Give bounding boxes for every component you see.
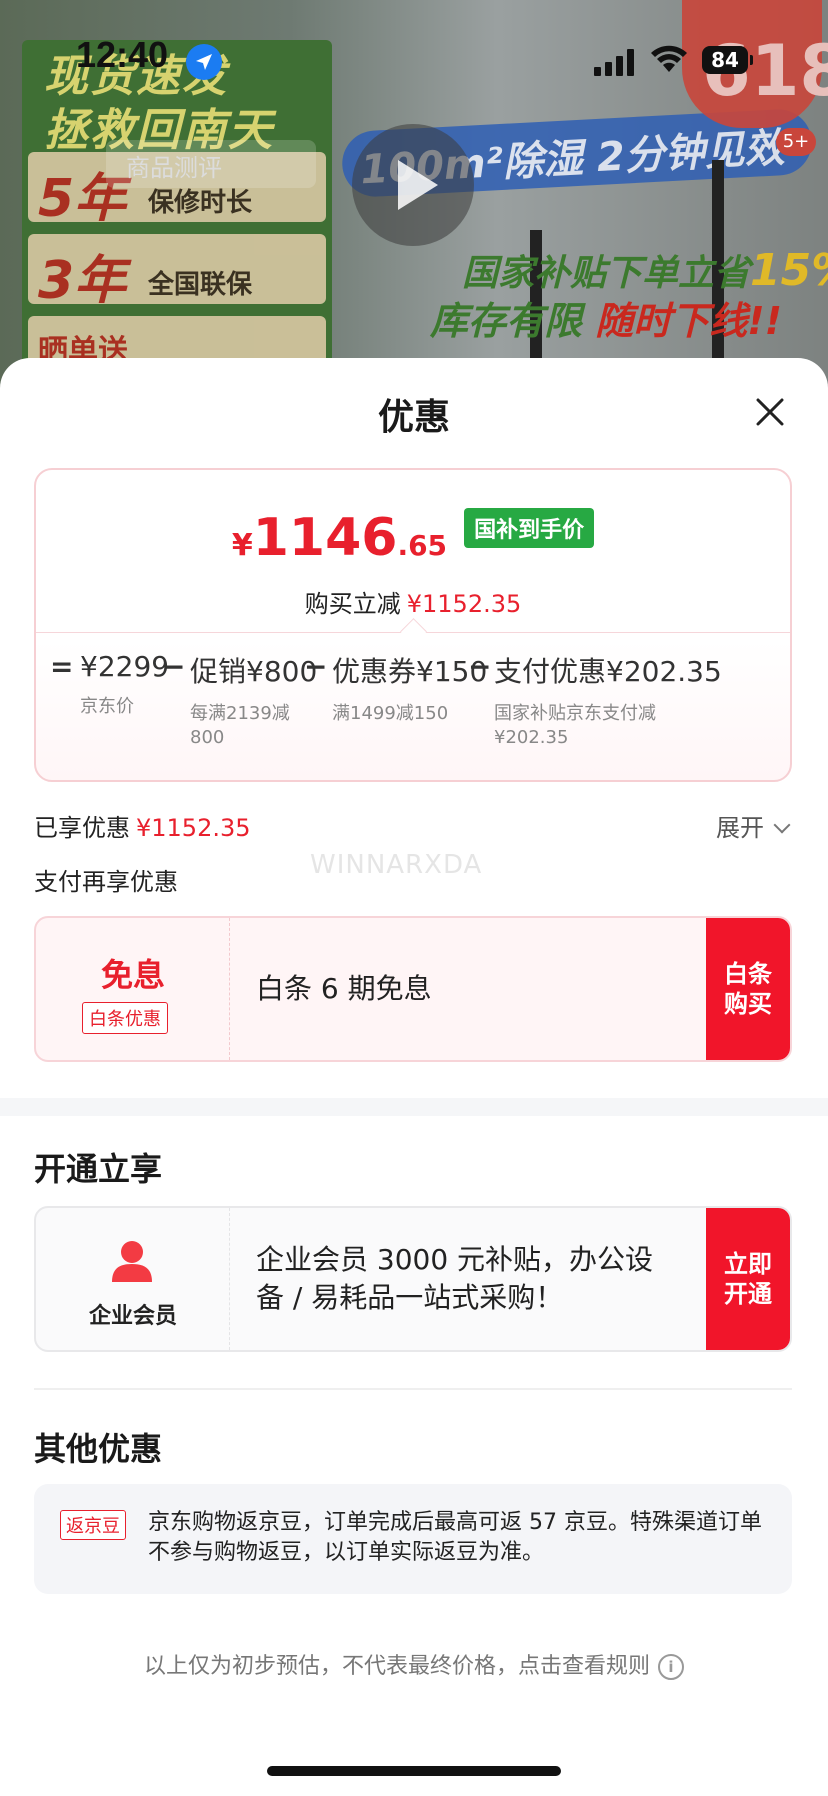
product-review-tag[interactable]: 商品测评 bbox=[106, 140, 316, 188]
formula-caption: 国家补贴京东支付减¥202.35 bbox=[494, 703, 656, 748]
price-breakdown: ¥1146.65 国补到手价 购买立减 ¥1152.35 = ¥2299 京东价 … bbox=[34, 468, 792, 782]
rules-note: 以上仅为初步预估，不代表最终价格，点击查看规则 bbox=[143, 1654, 650, 1679]
info-icon: i bbox=[658, 1654, 684, 1680]
close-icon[interactable] bbox=[750, 392, 790, 432]
final-price: ¥1146.65 国补到手价 bbox=[36, 508, 790, 568]
formula-value: ¥2299 bbox=[80, 650, 170, 683]
divider bbox=[34, 1388, 792, 1390]
product-background: 现货速发 拯救回南天 5年 保修时长 3年 全国联保 晒单送 商品测评 100m… bbox=[0, 0, 828, 400]
divider bbox=[36, 632, 790, 633]
cellular-signal-icon bbox=[594, 48, 640, 76]
stock-text: 库存有限 bbox=[430, 299, 583, 343]
price-integer: 1146 bbox=[252, 508, 398, 568]
subsidy-line-2: 库存有限 随时下线!! bbox=[430, 290, 782, 345]
formula-caption: 京东价 bbox=[80, 696, 134, 717]
enterprise-open-label: 立即开通 bbox=[724, 1250, 772, 1308]
interest-free-label: 免息 bbox=[100, 956, 165, 994]
stock-warning: 随时下线!! bbox=[595, 299, 782, 343]
enterprise-offer-card[interactable]: 企业会员 企业会员 3000 元补贴，办公设备 / 易耗品一站式采购！ 立即开通 bbox=[34, 1206, 792, 1352]
section-separator bbox=[0, 1098, 828, 1116]
formula-item-payment: 支付优惠¥202.35 国家补贴京东支付减¥202.35 bbox=[494, 650, 722, 750]
purchase-reduction: 购买立减 ¥1152.35 bbox=[36, 584, 790, 619]
price-formula: = ¥2299 京东价 − 促销¥800 每满2139减800 − 优惠券¥15… bbox=[36, 650, 790, 760]
watermark: WINNARXDA bbox=[310, 850, 483, 880]
baitiao-tag: 白条优惠 bbox=[82, 1002, 168, 1034]
chevron-down-icon bbox=[773, 816, 791, 834]
guarantee-years: 3年 bbox=[38, 251, 127, 311]
price-decimal: .65 bbox=[397, 529, 448, 562]
formula-item-jd-price: ¥2299 京东价 bbox=[80, 650, 170, 719]
minus-sign: − bbox=[162, 650, 186, 683]
promo-panel: 现货速发 拯救回南天 5年 保修时长 3年 全国联保 晒单送 bbox=[22, 40, 332, 386]
minus-sign: − bbox=[468, 650, 492, 683]
formula-caption: 满1499减150 bbox=[332, 703, 449, 724]
minus-sign: − bbox=[304, 650, 328, 683]
enterprise-badge: 企业会员 bbox=[36, 1208, 230, 1350]
enterprise-desc: 企业会员 3000 元补贴，办公设备 / 易耗品一站式采购！ bbox=[256, 1243, 654, 1314]
formula-item-promotion: 促销¥800 每满2139减800 bbox=[190, 650, 318, 750]
enterprise-open-button[interactable]: 立即开通 bbox=[706, 1208, 790, 1350]
location-arrow-icon bbox=[186, 44, 222, 80]
other-section-title: 其他优惠 bbox=[34, 1430, 163, 1468]
enjoyed-discount: 已享优惠 ¥1152.35 bbox=[34, 808, 251, 843]
baitiao-buy-button[interactable]: 白条购买 bbox=[706, 918, 790, 1060]
guarantee-card: 3年 全国联保 bbox=[28, 234, 326, 311]
rules-link[interactable]: 以上仅为初步预估，不代表最终价格，点击查看规则 i bbox=[0, 1648, 828, 1680]
price-currency: ¥ bbox=[231, 528, 253, 563]
enterprise-label: 企业会员 bbox=[88, 1304, 177, 1329]
product-review-label: 商品测评 bbox=[126, 154, 222, 182]
status-time: 12:40 bbox=[76, 34, 169, 75]
subsidy-percent: 15% bbox=[750, 245, 828, 296]
subsidy-price-tag: 国补到手价 bbox=[464, 508, 595, 548]
pay-more-title: 支付再享优惠 bbox=[34, 868, 178, 896]
subsidy-line-1: 国家补贴下单立省15% bbox=[462, 244, 828, 296]
reduction-amount: ¥1152.35 bbox=[406, 590, 522, 618]
baitiao-offer-badge: 免息 白条优惠 bbox=[36, 918, 230, 1060]
subsidy-text: 国家补贴下单立省 bbox=[462, 253, 751, 294]
enjoyed-label: 已享优惠 bbox=[34, 814, 130, 842]
formula-value: 促销¥800 bbox=[190, 655, 318, 688]
sheet-title: 优惠 bbox=[377, 397, 450, 438]
guarantee-text: 全国联保 bbox=[148, 270, 253, 300]
baitiao-buy-label: 白条购买 bbox=[724, 960, 772, 1018]
enjoyed-amount: ¥1152.35 bbox=[136, 814, 251, 842]
jingdou-rebate-card: 返京豆 京东购物返京豆，订单完成后最高可返 57 京豆。特殊渠道订单不参与购物返… bbox=[34, 1484, 792, 1594]
expand-label: 展开 bbox=[716, 814, 764, 842]
baitiao-offer-desc: 白条 6 期免息 bbox=[256, 972, 432, 1005]
home-indicator[interactable] bbox=[267, 1766, 561, 1776]
reduction-label: 购买立减 bbox=[304, 590, 401, 618]
wifi-icon bbox=[651, 45, 687, 72]
battery-icon: 84 bbox=[702, 46, 753, 74]
formula-value: 支付优惠¥202.35 bbox=[494, 655, 722, 688]
user-icon bbox=[112, 1241, 152, 1282]
baitiao-offer-card[interactable]: 免息 白条优惠 白条 6 期免息 白条购买 bbox=[34, 916, 792, 1062]
count-badge: 5+ bbox=[776, 128, 816, 156]
jingdou-rebate-text: 京东购物返京豆，订单完成后最高可返 57 京豆。特殊渠道订单不参与购物返豆，以订… bbox=[148, 1510, 762, 1565]
formula-caption: 每满2139减800 bbox=[190, 703, 290, 748]
expand-button[interactable]: 展开 bbox=[716, 808, 791, 843]
video-play-icon[interactable] bbox=[352, 124, 474, 246]
jingdou-tag: 返京豆 bbox=[60, 1510, 126, 1540]
discount-sheet: 优惠 ¥1146.65 国补到手价 购买立减 ¥1152.35 = ¥2299 京… bbox=[0, 358, 828, 1796]
equals-sign: = bbox=[50, 650, 74, 683]
open-section-title: 开通立享 bbox=[34, 1150, 163, 1188]
